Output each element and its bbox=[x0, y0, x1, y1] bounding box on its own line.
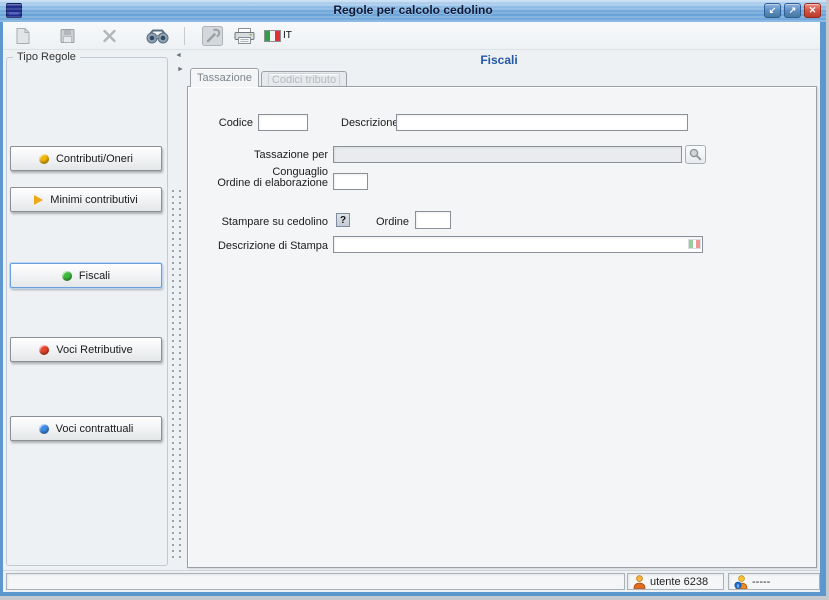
print-icon bbox=[234, 27, 255, 44]
translation-flag-icon bbox=[688, 239, 701, 249]
lookup-button[interactable] bbox=[685, 145, 706, 164]
minimize-icon: ↙ bbox=[769, 6, 777, 15]
new-record-icon bbox=[16, 27, 30, 44]
sidebar-button-label: Contributi/Oneri bbox=[56, 153, 133, 165]
codice-label: Codice bbox=[196, 115, 253, 132]
stampare-checkbox[interactable]: ? bbox=[336, 213, 350, 227]
window-controls: ↙ ↗ ✕ bbox=[764, 3, 821, 18]
yellow-triangle-icon bbox=[34, 195, 43, 205]
minimize-button[interactable]: ↙ bbox=[764, 3, 781, 18]
print-button[interactable] bbox=[234, 27, 255, 44]
magnifier-icon bbox=[689, 148, 702, 161]
ordine-input[interactable] bbox=[415, 211, 451, 229]
green-circle-icon bbox=[62, 271, 72, 281]
save-icon bbox=[60, 28, 75, 43]
titlebar[interactable]: Regole per calcolo cedolino ↙ ↗ ✕ bbox=[0, 0, 826, 22]
codice-input[interactable] bbox=[258, 114, 308, 131]
yellow-circle-icon bbox=[39, 154, 49, 164]
app-window: Regole per calcolo cedolino ↙ ↗ ✕ bbox=[0, 0, 826, 596]
tassazione-conguaglio-input[interactable] bbox=[333, 146, 682, 163]
splitter-expand-icon[interactable]: ► bbox=[177, 66, 184, 73]
splitter-handle[interactable] bbox=[172, 190, 174, 562]
language-indicator[interactable]: IT bbox=[264, 30, 292, 42]
descrizione-stampa-input[interactable] bbox=[333, 236, 703, 253]
descrizione-stampa-label: Descrizione di Stampa bbox=[196, 238, 328, 255]
delete-button[interactable] bbox=[102, 29, 117, 43]
new-record-button[interactable] bbox=[16, 27, 30, 44]
toolbar: IT bbox=[3, 22, 820, 50]
maximize-icon: ↗ bbox=[789, 6, 797, 15]
maximize-button[interactable]: ↗ bbox=[784, 3, 801, 18]
ordine-label: Ordine bbox=[376, 214, 409, 231]
sidebar-button-label: Fiscali bbox=[79, 270, 110, 282]
question-mark-icon: ? bbox=[340, 215, 346, 226]
blue-circle-icon bbox=[39, 424, 49, 434]
content-area: Tipo Regole Contributi/Oneri Minimi cont… bbox=[3, 50, 820, 570]
tools-icon bbox=[202, 26, 223, 46]
sidebar-button-label: Voci Retributive bbox=[56, 344, 132, 356]
sidebar-button-fiscali[interactable]: Fiscali bbox=[10, 263, 162, 288]
red-circle-icon bbox=[39, 345, 49, 355]
sidebar-button-voci-contrattuali[interactable]: Voci contrattuali bbox=[10, 416, 162, 441]
descrizione-label: Descrizione bbox=[341, 115, 398, 132]
tab-tassazione[interactable]: Tassazione bbox=[190, 68, 259, 87]
user-icon bbox=[633, 575, 646, 589]
status-user-label: utente 6238 bbox=[650, 576, 708, 588]
sidebar-button-minimi-contributivi[interactable]: Minimi contributivi bbox=[10, 187, 162, 212]
user-info-icon: i bbox=[734, 575, 748, 589]
tipo-regole-group: Tipo Regole Contributi/Oneri Minimi cont… bbox=[6, 57, 168, 566]
status-message-panel bbox=[6, 573, 625, 590]
sidebar-button-label: Minimi contributivi bbox=[50, 194, 137, 206]
ordine-elaborazione-input[interactable] bbox=[333, 173, 368, 190]
close-icon: ✕ bbox=[809, 6, 817, 15]
tab-codici-tributo: Codici tributo bbox=[261, 71, 347, 87]
descrizione-input[interactable] bbox=[396, 114, 688, 131]
splitter-handle[interactable] bbox=[179, 190, 181, 562]
search-binoculars-icon bbox=[146, 28, 169, 44]
sidebar-button-label: Voci contrattuali bbox=[56, 423, 134, 435]
italian-flag-icon bbox=[264, 30, 281, 42]
stampare-su-cedolino-label: Stampare su cedolino bbox=[196, 214, 328, 231]
language-label: IT bbox=[283, 30, 292, 41]
delete-icon bbox=[102, 29, 117, 43]
status-session-panel: i ----- bbox=[728, 573, 820, 590]
close-button[interactable]: ✕ bbox=[804, 3, 821, 18]
tools-button[interactable] bbox=[202, 26, 223, 46]
status-user-panel: utente 6238 bbox=[627, 573, 724, 590]
group-title: Tipo Regole bbox=[13, 51, 80, 63]
statusbar: utente 6238 i ----- bbox=[3, 570, 820, 592]
window-title: Regole per calcolo cedolino bbox=[0, 3, 826, 17]
section-header: Fiscali bbox=[183, 53, 815, 67]
toolbar-separator bbox=[184, 27, 185, 45]
tassazione-panel: Codice Descrizione Tassazione per Congua… bbox=[187, 86, 817, 568]
sidebar-button-voci-retributive[interactable]: Voci Retributive bbox=[10, 337, 162, 362]
ordine-elaborazione-label: Ordine di elaborazione bbox=[196, 175, 328, 192]
search-button[interactable] bbox=[146, 28, 169, 44]
status-session-label: ----- bbox=[752, 576, 770, 588]
desktop-background: Regole per calcolo cedolino ↙ ↗ ✕ bbox=[0, 0, 829, 600]
sidebar-button-contributi-oneri[interactable]: Contributi/Oneri bbox=[10, 146, 162, 171]
splitter-collapse-icon[interactable]: ◄ bbox=[175, 52, 182, 59]
save-button[interactable] bbox=[60, 28, 75, 43]
